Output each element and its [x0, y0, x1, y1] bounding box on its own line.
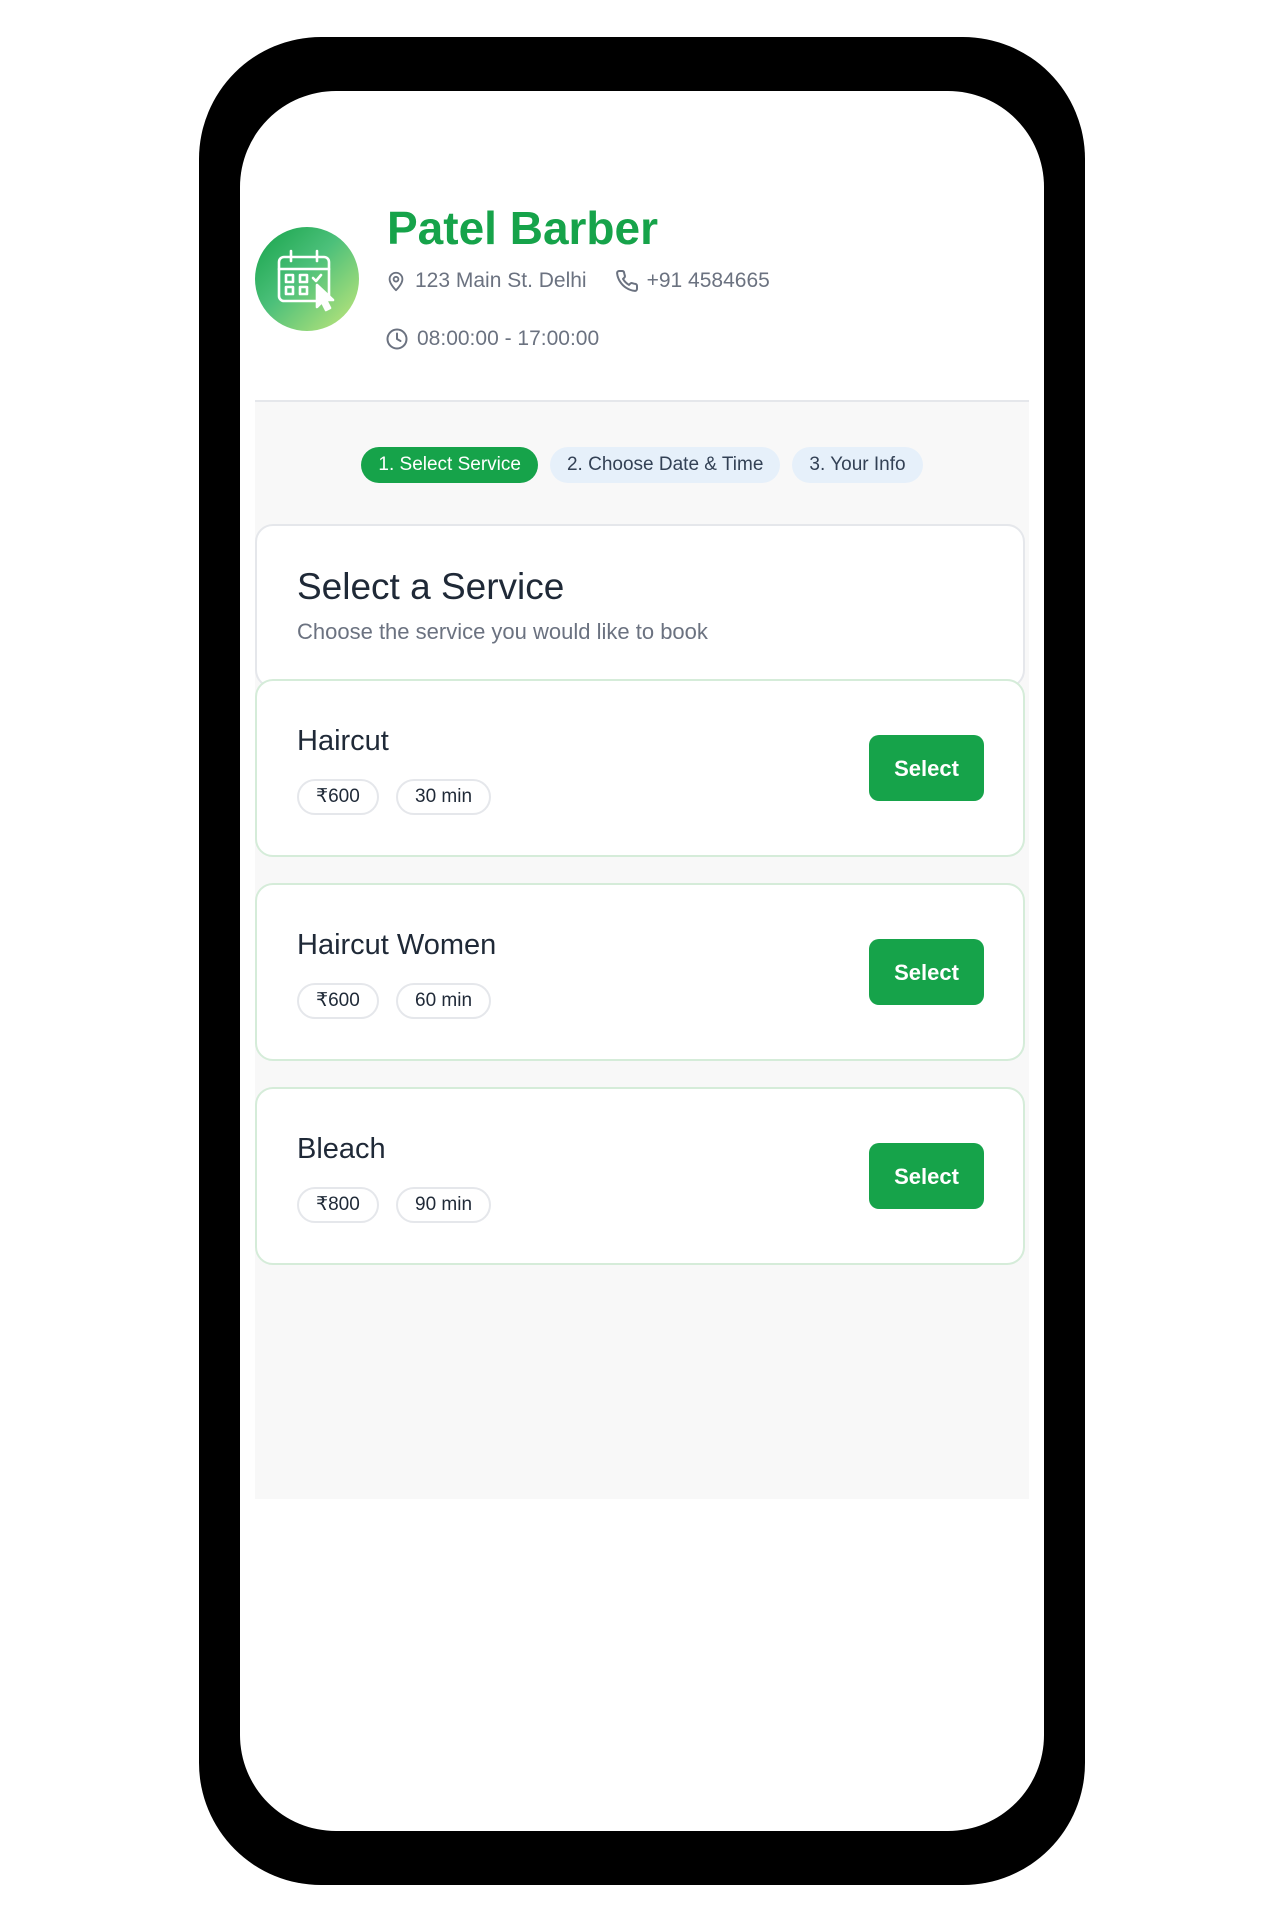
step-choose-date-time[interactable]: 2. Choose Date & Time — [549, 447, 781, 483]
select-service-button[interactable]: Select — [869, 735, 984, 801]
service-price-badge: ₹800 — [297, 1187, 379, 1223]
page-title: Select a Service — [297, 566, 565, 607]
shop-hours: 08:00:00 - 17:00:00 — [417, 327, 600, 350]
service-intro-card: Select a Service Choose the service you … — [255, 524, 1025, 688]
phone-screen: Patel Barber 123 Main St. Delhi +91 4584… — [240, 91, 1044, 1831]
step-your-info[interactable]: 3. Your Info — [792, 447, 923, 483]
service-duration-badge: 60 min — [396, 983, 492, 1019]
service-name: Bleach — [297, 1133, 386, 1165]
booking-content: 1. Select Service 2. Choose Date & Time … — [255, 402, 1029, 1499]
shop-address: 123 Main St. Delhi — [415, 269, 587, 292]
shop-name: Patel Barber — [387, 202, 659, 254]
service-duration-badge: 90 min — [396, 1187, 492, 1223]
shop-hours-row: 08:00:00 - 17:00:00 — [385, 327, 599, 351]
service-duration-badge: 30 min — [396, 779, 492, 815]
service-name: Haircut — [297, 725, 389, 757]
select-service-button[interactable]: Select — [869, 1143, 984, 1209]
phone-icon — [615, 269, 638, 292]
service-card-bleach: Bleach ₹800 90 min Select — [255, 1087, 1025, 1265]
shop-logo — [255, 227, 359, 331]
step-select-service[interactable]: 1. Select Service — [361, 447, 538, 483]
service-price-badge: ₹600 — [297, 983, 379, 1019]
calendar-click-icon — [277, 249, 335, 312]
clock-icon — [386, 328, 408, 350]
service-card-haircut-women: Haircut Women ₹600 60 min Select — [255, 883, 1025, 1061]
page-subtitle: Choose the service you would like to boo… — [297, 619, 708, 644]
service-name: Haircut Women — [297, 929, 497, 961]
booking-steps: 1. Select Service 2. Choose Date & Time … — [255, 447, 1029, 483]
shop-contact-row: 123 Main St. Delhi +91 4584665 — [385, 269, 770, 293]
location-pin-icon — [388, 271, 404, 292]
shop-phone: +91 4584665 — [646, 269, 770, 292]
select-service-button[interactable]: Select — [869, 939, 984, 1005]
service-card-haircut: Haircut ₹600 30 min Select — [255, 679, 1025, 857]
service-price-badge: ₹600 — [297, 779, 379, 815]
